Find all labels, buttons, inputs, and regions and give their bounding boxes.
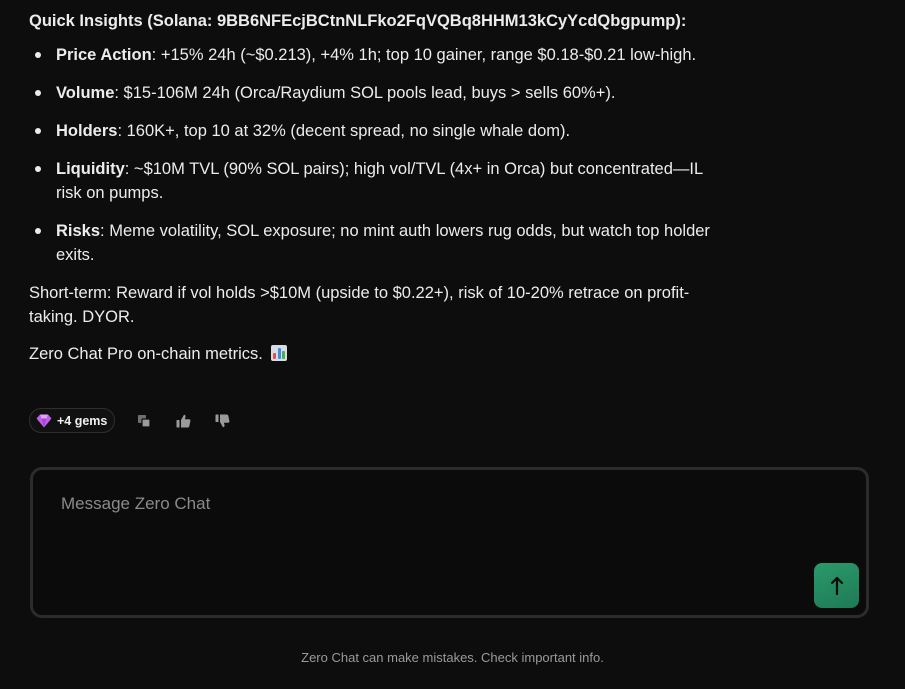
bullet-text: $15-106M 24h (Orca/Raydium SOL pools lea…	[118, 84, 616, 102]
disclaimer-text: Zero Chat can make mistakes. Check impor…	[301, 650, 604, 665]
copy-button[interactable]	[134, 411, 154, 431]
bullet-dot	[35, 128, 41, 134]
message-composer	[30, 467, 869, 618]
arrow-up-icon	[830, 576, 843, 595]
bullet-dot	[35, 166, 41, 172]
metrics-text: Zero Chat Pro on-chain metrics.	[29, 345, 263, 363]
bullet-text: Meme volatility, SOL exposure; no mint a…	[56, 222, 710, 264]
thumbs-up-icon	[176, 414, 191, 427]
gem-icon	[36, 414, 52, 427]
insights-list: Price Action: +15% 24h (~$0.213), +4% 1h…	[29, 43, 719, 267]
insights-heading: Quick Insights (Solana: 9BB6NFEcjBCtnNLF…	[29, 12, 687, 30]
bullet-label: Liquidity	[56, 160, 125, 178]
bullet-label: Risks	[56, 222, 101, 240]
bullet-text: 160K+, top 10 at 32% (decent spread, no …	[122, 122, 571, 140]
list-item: Price Action: +15% 24h (~$0.213), +4% 1h…	[29, 43, 719, 67]
thumbs-down-icon	[215, 414, 230, 427]
bullet-dot	[35, 90, 41, 96]
gems-badge[interactable]: +4 gems	[29, 408, 116, 433]
bullet-label: Volume	[56, 84, 115, 102]
bullet-text: ~$10M TVL (90% SOL pairs); high vol/TVL …	[56, 160, 703, 202]
dislike-button[interactable]	[212, 411, 232, 431]
send-button[interactable]	[814, 563, 859, 608]
like-button[interactable]	[173, 411, 193, 431]
assistant-message: Quick Insights (Solana: 9BB6NFEcjBCtnNLF…	[29, 9, 719, 379]
short-term-paragraph: Short-term: Reward if vol holds >$10M (u…	[29, 284, 690, 326]
gems-label: +4 gems	[57, 413, 108, 428]
bar-chart-emoji-icon	[271, 345, 288, 361]
copy-icon	[138, 414, 151, 428]
bullet-dot	[35, 228, 41, 234]
bullet-text: +15% 24h (~$0.213), +4% 1h; top 10 gaine…	[156, 46, 697, 64]
list-item: Holders: 160K+, top 10 at 32% (decent sp…	[29, 119, 719, 143]
chat-page: Quick Insights (Solana: 9BB6NFEcjBCtnNLF…	[0, 0, 905, 689]
message-actions: +4 gems	[29, 408, 232, 433]
list-item: Volume: $15-106M 24h (Orca/Raydium SOL p…	[29, 81, 719, 105]
bullet-dot	[35, 52, 41, 58]
bullet-label: Holders	[56, 122, 118, 140]
message-input[interactable]	[61, 494, 781, 574]
list-item: Risks: Meme volatility, SOL exposure; no…	[29, 219, 719, 267]
metrics-line: Zero Chat Pro on-chain metrics.	[29, 342, 719, 366]
list-item: Liquidity: ~$10M TVL (90% SOL pairs); hi…	[29, 157, 719, 205]
bullet-label: Price Action	[56, 46, 152, 64]
